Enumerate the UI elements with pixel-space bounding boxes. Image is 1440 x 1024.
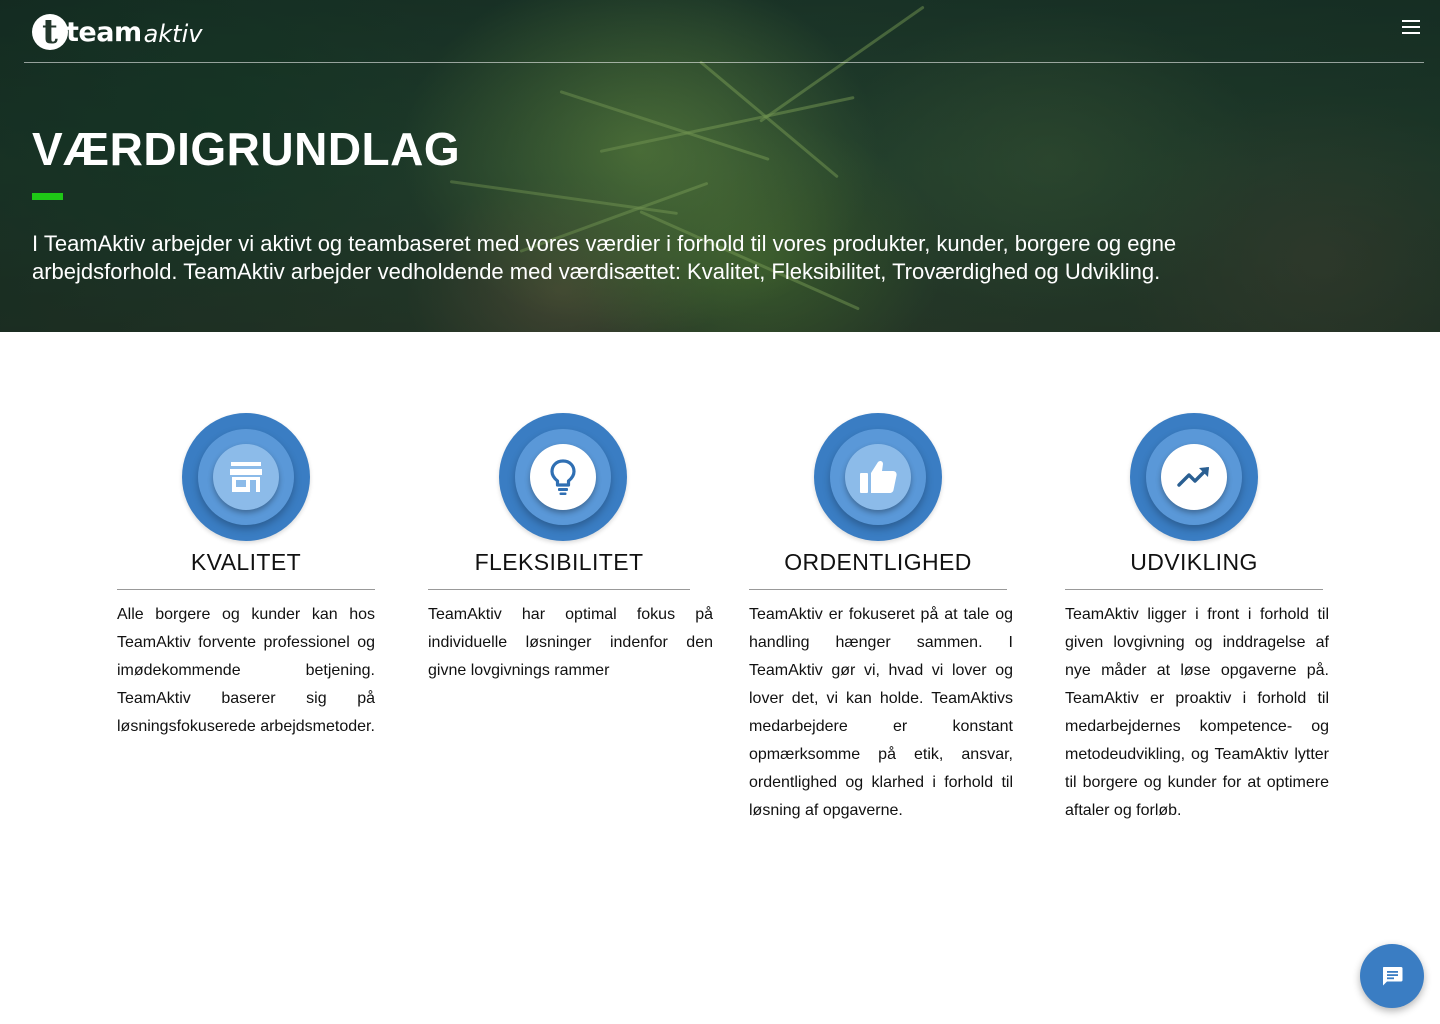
hero-intro-text: I TeamAktiv arbejder vi aktivt og teamba… [32, 231, 1177, 284]
value-icon-badge [182, 413, 310, 541]
value-description: Alle borgere og kunder kan hos TeamAktiv… [117, 606, 375, 735]
lightbulb-icon [550, 459, 576, 495]
logo-text-team: team [66, 16, 142, 48]
value-title: UDVIKLING [1130, 549, 1258, 575]
logo[interactable]: t team aktiv [32, 12, 202, 52]
trending-up-icon [1177, 467, 1209, 487]
page-title: VÆRDIGRUNDLAG [32, 123, 461, 175]
value-description: TeamAktiv er fokuseret på at tale og han… [749, 606, 1013, 819]
value-divider [428, 589, 690, 590]
storefront-icon [230, 462, 262, 492]
chat-button[interactable] [1360, 944, 1424, 1008]
value-title: KVALITET [190, 549, 302, 575]
value-icon-badge [1130, 413, 1258, 541]
header-divider [24, 62, 1424, 63]
value-icon-badge [499, 413, 627, 541]
value-description: TeamAktiv har optimal fokus på individue… [428, 606, 713, 679]
logo-text-aktiv: aktiv [143, 20, 203, 48]
title-accent-bar [32, 193, 63, 200]
value-icon-badge [814, 413, 942, 541]
value-divider [749, 589, 1007, 590]
value-title: FLEKSIBILITET [474, 549, 644, 575]
value-divider [1065, 589, 1323, 590]
chat-icon [1383, 967, 1403, 986]
thumbs-up-icon [860, 460, 897, 493]
value-title: ORDENTLIGHED [784, 549, 972, 575]
hamburger-menu-icon[interactable] [1402, 20, 1422, 36]
logo-mark: t [32, 13, 68, 51]
value-description: TeamAktiv ligger i front i forhold til g… [1065, 606, 1329, 819]
hero-banner: t team aktiv VÆRDIGRUNDLAG I TeamAktiv a… [0, 0, 1440, 332]
value-divider [117, 589, 375, 590]
